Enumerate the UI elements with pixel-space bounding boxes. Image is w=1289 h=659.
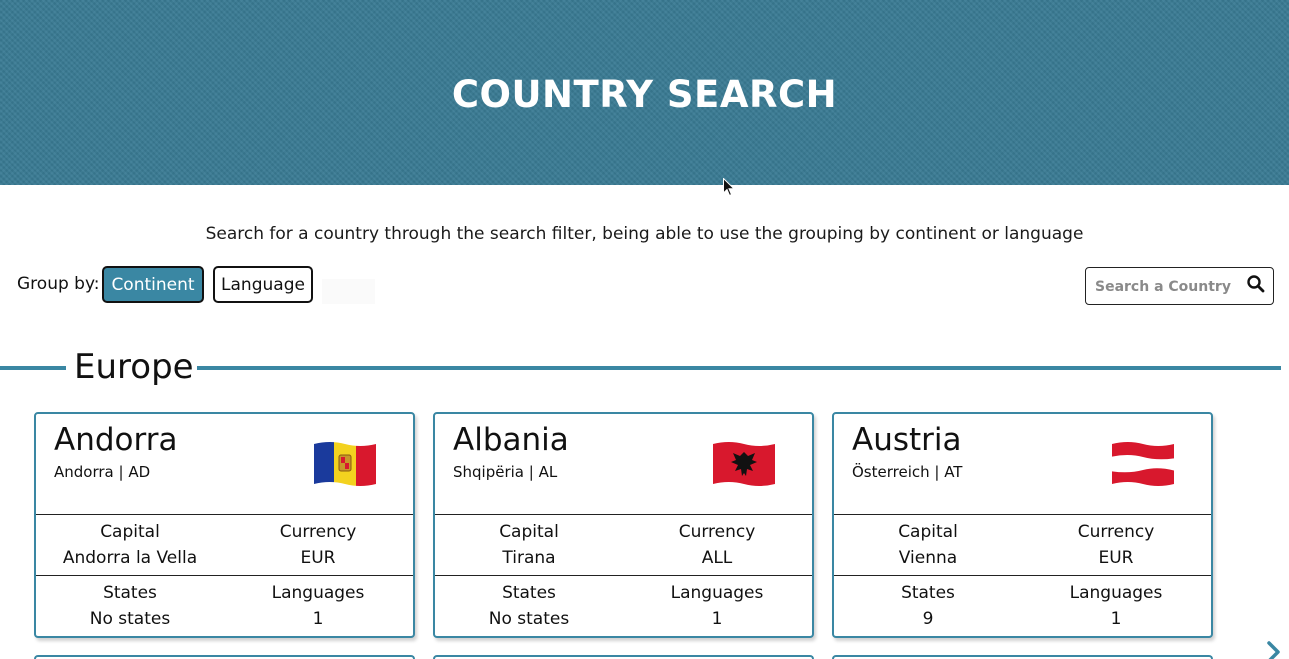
section-divider-left (0, 366, 66, 370)
currency-label: Currency (1077, 522, 1155, 542)
page-header: COUNTRY SEARCH (0, 0, 1289, 185)
states-value: No states (488, 609, 570, 629)
search-input[interactable] (1095, 276, 1240, 298)
states-label: States (103, 583, 157, 603)
country-name: Andorra (54, 422, 178, 458)
search-box (1085, 267, 1274, 305)
austria-flag-icon (1110, 438, 1176, 490)
card-divider (36, 514, 413, 515)
languages-label: Languages (271, 583, 365, 603)
states-label: States (502, 583, 556, 603)
currency-label: Currency (279, 522, 357, 542)
currency-value: EUR (300, 548, 336, 568)
country-card-partial[interactable] (34, 655, 415, 659)
country-native-name: Andorra | AD (54, 463, 151, 481)
country-native-name: Shqipëria | AL (453, 463, 558, 481)
capital-label: Capital (898, 522, 958, 542)
page-title: COUNTRY SEARCH (451, 72, 838, 116)
section-divider-right (197, 366, 1281, 370)
country-name: Albania (453, 422, 569, 458)
languages-label: Languages (1069, 583, 1163, 603)
states-value: No states (89, 609, 171, 629)
card-divider (435, 575, 812, 576)
country-name: Austria (852, 422, 962, 458)
country-card-austria[interactable]: Austria Österreich | AT Capital Currency… (832, 412, 1213, 638)
capital-value: Vienna (898, 548, 958, 568)
languages-value: 1 (711, 609, 723, 629)
country-card-andorra[interactable]: Andorra Andorra | AD Capital Currency An… (34, 412, 415, 638)
ghost-placeholder (322, 279, 375, 304)
capital-value: Tirana (502, 548, 556, 568)
languages-value: 1 (312, 609, 324, 629)
country-card-albania[interactable]: Albania Shqipëria | AL Capital Currency … (433, 412, 814, 638)
states-label: States (901, 583, 955, 603)
country-card-partial[interactable] (433, 655, 814, 659)
albania-flag-icon (711, 438, 777, 490)
languages-label: Languages (670, 583, 764, 603)
page-subtitle: Search for a country through the search … (205, 224, 1084, 244)
chevron-right-icon[interactable] (1264, 640, 1284, 659)
capital-label: Capital (499, 522, 559, 542)
languages-value: 1 (1110, 609, 1122, 629)
section-title: Europe (74, 347, 194, 387)
andorra-flag-icon (312, 438, 378, 490)
country-native-name: Österreich | AT (852, 463, 963, 481)
capital-label: Capital (100, 522, 160, 542)
search-icon[interactable] (1246, 274, 1266, 294)
states-value: 9 (922, 609, 934, 629)
capital-value: Andorra la Vella (62, 548, 198, 568)
currency-label: Currency (678, 522, 756, 542)
card-divider (36, 575, 413, 576)
card-divider (834, 575, 1211, 576)
currency-value: EUR (1098, 548, 1134, 568)
card-divider (435, 514, 812, 515)
group-by-label: Group by: (17, 274, 100, 294)
group-by-continent-button[interactable]: Continent (102, 266, 204, 303)
group-by-language-button[interactable]: Language (213, 266, 313, 303)
currency-value: ALL (701, 548, 733, 568)
country-card-partial[interactable] (832, 655, 1213, 659)
card-divider (834, 514, 1211, 515)
